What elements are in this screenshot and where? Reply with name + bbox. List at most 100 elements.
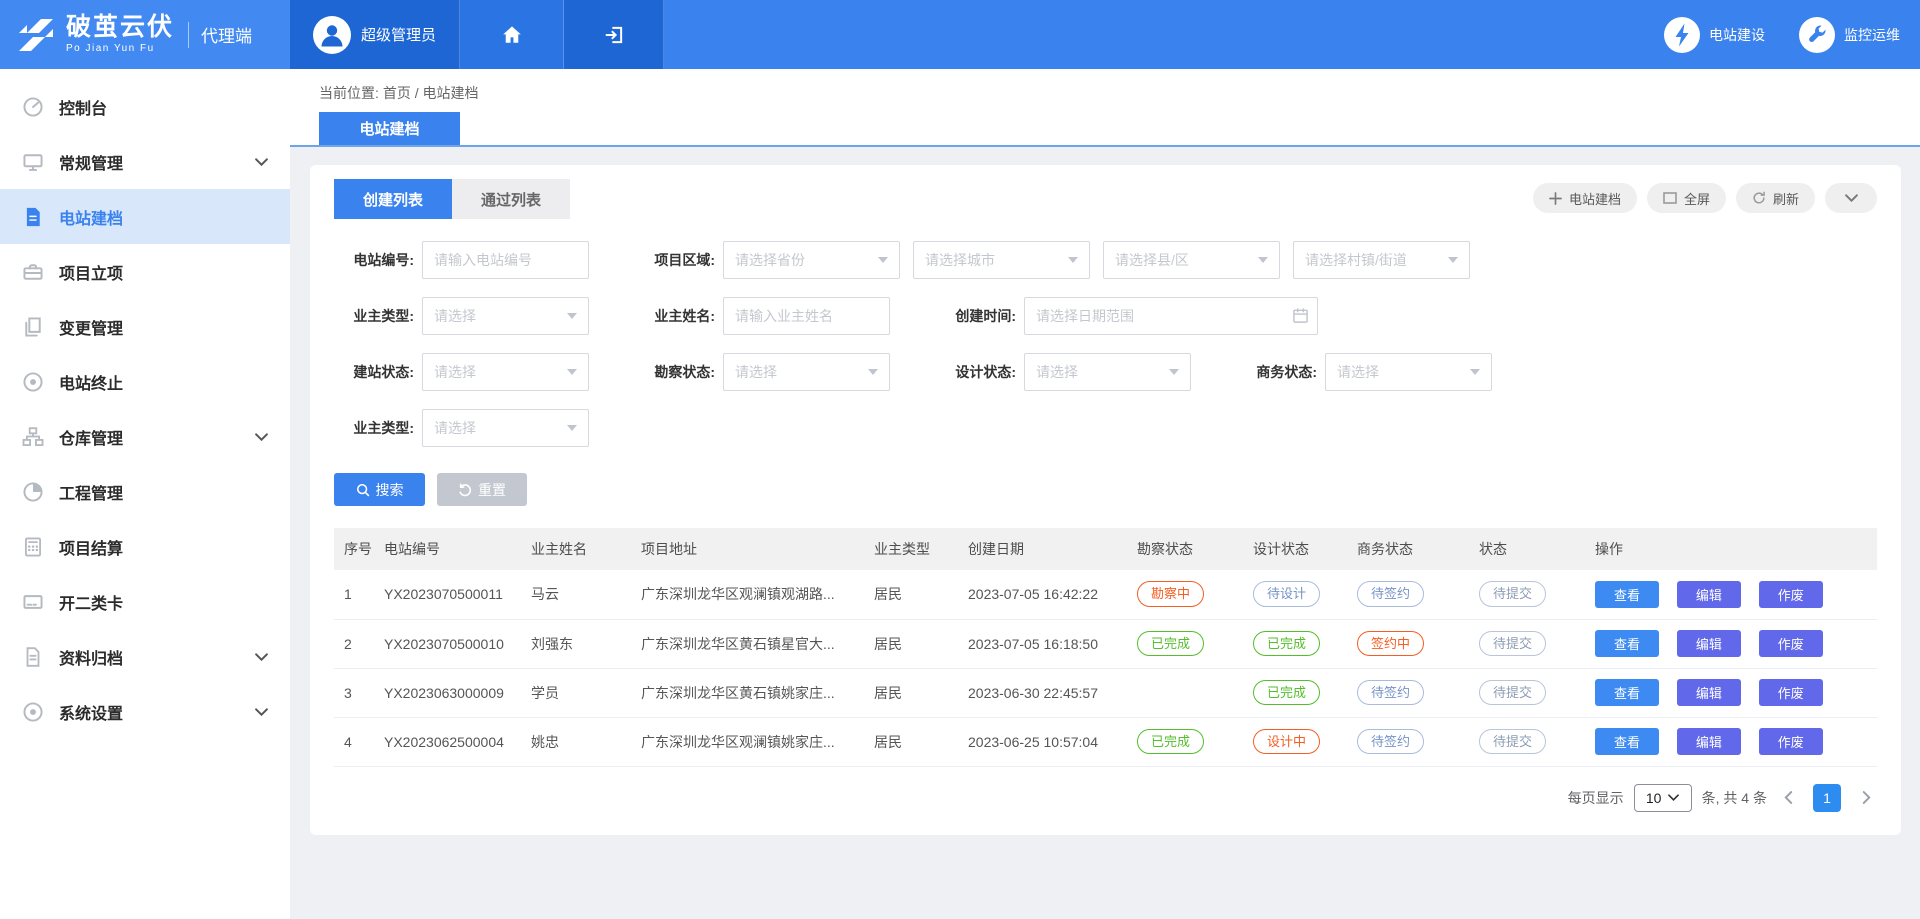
design-status-select[interactable]: 请选择	[1024, 353, 1191, 391]
owner-type-select[interactable]: 请选择	[422, 297, 589, 335]
owner-name-label: 业主姓名:	[635, 306, 715, 326]
owner-type2-label: 业主类型:	[334, 418, 414, 438]
sidebar-item-project-approval[interactable]: 项目立项	[0, 244, 290, 299]
owner-type2-select[interactable]: 请选择	[422, 409, 589, 447]
design-status-badge: 待设计	[1253, 581, 1320, 607]
town-select[interactable]: 请选择村镇/街道	[1293, 241, 1470, 279]
edit-button[interactable]: 编辑	[1677, 581, 1741, 608]
create-time-label: 创建时间:	[936, 306, 1016, 326]
card-icon	[22, 591, 44, 613]
cell-index: 1	[334, 570, 374, 619]
cell-created: 2023-06-25 10:57:04	[958, 717, 1127, 766]
sidebar-item-engineering-mgmt[interactable]: 工程管理	[0, 464, 290, 519]
table-header-row: 序号 电站编号 业主姓名 项目地址 业主类型 创建日期 勘察状态 设计状态 商务…	[334, 528, 1877, 570]
caret-icon	[567, 313, 577, 319]
county-select[interactable]: 请选择县/区	[1103, 241, 1280, 279]
wrench-icon	[1799, 17, 1835, 53]
sidebar-item-data-archive[interactable]: 资料归档	[0, 629, 290, 684]
sidebar: 控制台 常规管理 电站建档 项目立项	[0, 69, 290, 919]
survey-status-badge: 勘察中	[1137, 581, 1204, 607]
search-button[interactable]: 搜索	[334, 473, 425, 506]
edit-button[interactable]: 编辑	[1677, 679, 1741, 706]
refresh-icon	[1752, 191, 1766, 205]
date-range-input[interactable]	[1024, 297, 1318, 335]
logo-tag: 代理端	[188, 22, 252, 48]
sidebar-item-station-terminate[interactable]: 电站终止	[0, 354, 290, 409]
cell-owner-name: 刘强东	[521, 619, 631, 668]
prev-page-button[interactable]	[1777, 784, 1799, 812]
void-button[interactable]: 作废	[1759, 581, 1823, 608]
home-button[interactable]	[460, 0, 564, 69]
station-no-input[interactable]	[422, 241, 589, 279]
region-label: 项目区域:	[635, 250, 715, 270]
sidebar-item-label: 常规管理	[59, 150, 123, 174]
sidebar-item-console[interactable]: 控制台	[0, 79, 290, 134]
business-status-select[interactable]: 请选择	[1325, 353, 1492, 391]
sidebar-item-general-mgmt[interactable]: 常规管理	[0, 134, 290, 189]
logout-button[interactable]	[564, 0, 664, 69]
sidebar-item-change-mgmt[interactable]: 变更管理	[0, 299, 290, 354]
create-station-button[interactable]: 电站建档	[1533, 183, 1637, 213]
sidebar-item-label: 电站终止	[59, 370, 123, 394]
chevron-left-icon	[1784, 791, 1793, 804]
reset-button[interactable]: 重置	[437, 473, 527, 506]
design-status-badge: 已完成	[1253, 680, 1320, 706]
view-button[interactable]: 查看	[1595, 630, 1659, 657]
cell-station-no: YX2023070500011	[374, 570, 521, 619]
view-button[interactable]: 查看	[1595, 728, 1659, 755]
chevron-down-icon	[255, 433, 268, 441]
city-select[interactable]: 请选择城市	[913, 241, 1090, 279]
sidebar-item-label: 电站建档	[59, 205, 123, 229]
owner-name-input[interactable]	[723, 297, 890, 335]
date-range-picker[interactable]	[1024, 297, 1318, 335]
business-status-badge: 待签约	[1357, 680, 1424, 706]
view-button[interactable]: 查看	[1595, 581, 1659, 608]
edit-button[interactable]: 编辑	[1677, 728, 1741, 755]
sidebar-item-station-archive[interactable]: 电站建档	[0, 189, 290, 244]
module-monitor-ops[interactable]: 监控运维	[1799, 17, 1900, 53]
table-row: 3 YX2023063000009 学员 广东深圳龙华区黄石镇姚家庄... 居民…	[334, 668, 1877, 717]
col-header: 状态	[1469, 528, 1585, 570]
page-tab-station-archive[interactable]: 电站建档	[319, 112, 460, 145]
caret-icon	[567, 425, 577, 431]
calendar-icon	[1292, 307, 1309, 324]
refresh-button[interactable]: 刷新	[1736, 183, 1815, 213]
survey-status-label: 勘察状态:	[635, 362, 715, 382]
tab-passed-list[interactable]: 通过列表	[452, 179, 570, 219]
void-button[interactable]: 作废	[1759, 679, 1823, 706]
collapse-toolbar-button[interactable]	[1825, 183, 1877, 213]
sidebar-item-label: 开二类卡	[59, 590, 123, 614]
monitor-icon	[22, 151, 44, 173]
search-icon	[356, 483, 370, 497]
sitemap-icon	[22, 426, 44, 448]
design-status-label: 设计状态:	[936, 362, 1016, 382]
sidebar-item-warehouse-mgmt[interactable]: 仓库管理	[0, 409, 290, 464]
per-page-select[interactable]: 10	[1634, 784, 1692, 812]
view-button[interactable]: 查看	[1595, 679, 1659, 706]
calculator-icon	[22, 536, 44, 558]
chevron-down-icon	[255, 653, 268, 661]
province-select[interactable]: 请选择省份	[723, 241, 900, 279]
sidebar-item-type2-card[interactable]: 开二类卡	[0, 574, 290, 629]
col-header: 勘察状态	[1127, 528, 1243, 570]
cell-index: 3	[334, 668, 374, 717]
breadcrumb-band: 当前位置:首页 / 电站建档 电站建档	[290, 69, 1920, 147]
sidebar-item-system-settings[interactable]: 系统设置	[0, 684, 290, 739]
edit-button[interactable]: 编辑	[1677, 630, 1741, 657]
reset-icon	[458, 483, 472, 497]
table-row: 2 YX2023070500010 刘强东 广东深圳龙华区黄石镇星官大... 居…	[334, 619, 1877, 668]
current-user[interactable]: 超级管理员	[290, 0, 460, 69]
void-button[interactable]: 作废	[1759, 630, 1823, 657]
document-icon	[22, 206, 44, 228]
page-number[interactable]: 1	[1813, 784, 1841, 812]
tab-create-list[interactable]: 创建列表	[334, 179, 452, 219]
next-page-button[interactable]	[1855, 784, 1877, 812]
void-button[interactable]: 作废	[1759, 728, 1823, 755]
sidebar-item-project-settlement[interactable]: 项目结算	[0, 519, 290, 574]
cell-index: 2	[334, 619, 374, 668]
survey-status-select[interactable]: 请选择	[723, 353, 890, 391]
build-status-select[interactable]: 请选择	[422, 353, 589, 391]
module-station-build[interactable]: 电站建设	[1664, 17, 1765, 53]
chevron-down-icon	[1845, 194, 1858, 202]
fullscreen-button[interactable]: 全屏	[1647, 183, 1726, 213]
